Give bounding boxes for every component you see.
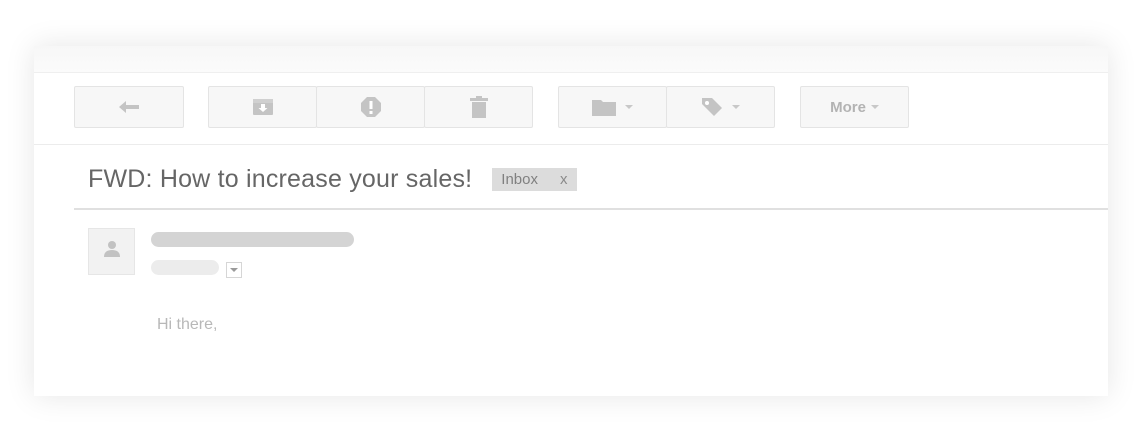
subject-row: FWD: How to increase your sales! Inbox x: [88, 164, 577, 194]
label-chip-text: Inbox: [501, 170, 538, 188]
folder-icon: [592, 98, 616, 116]
chevron-down-icon: [732, 105, 740, 109]
chevron-down-icon: [625, 105, 633, 109]
email-viewer-screenshot: More FWD: How to increase your sales! In…: [0, 0, 1140, 435]
bottom-fade-overlay: [34, 336, 1108, 396]
reply-button[interactable]: [74, 86, 184, 128]
chevron-down-icon: [230, 268, 238, 272]
archive-icon: [252, 98, 274, 116]
report-spam-button[interactable]: [316, 86, 425, 128]
window-top-strip: [34, 46, 1108, 73]
report-spam-icon: [360, 96, 382, 118]
move-to-button[interactable]: [558, 86, 667, 128]
email-window: More FWD: How to increase your sales! In…: [34, 46, 1108, 396]
email-body-greeting: Hi there,: [157, 316, 218, 333]
tag-icon: [701, 97, 723, 117]
trash-icon: [469, 96, 488, 118]
archive-button[interactable]: [208, 86, 317, 128]
delete-button[interactable]: [424, 86, 533, 128]
person-icon: [103, 240, 121, 263]
more-button[interactable]: More: [800, 86, 909, 128]
sender-name-placeholder: [151, 232, 354, 247]
email-subject: FWD: How to increase your sales!: [88, 164, 473, 193]
labels-button[interactable]: [666, 86, 775, 128]
sender-avatar: [88, 228, 135, 275]
recipient-placeholder: [151, 260, 219, 275]
chevron-down-icon: [870, 105, 879, 109]
more-button-label: More: [830, 98, 866, 116]
toolbar-divider: [34, 144, 1108, 145]
reply-icon: [118, 100, 140, 114]
remove-label-button[interactable]: x: [560, 171, 568, 188]
subject-divider: [74, 208, 1108, 210]
inbox-label-chip[interactable]: Inbox x: [492, 167, 577, 191]
show-details-button[interactable]: [226, 262, 242, 278]
